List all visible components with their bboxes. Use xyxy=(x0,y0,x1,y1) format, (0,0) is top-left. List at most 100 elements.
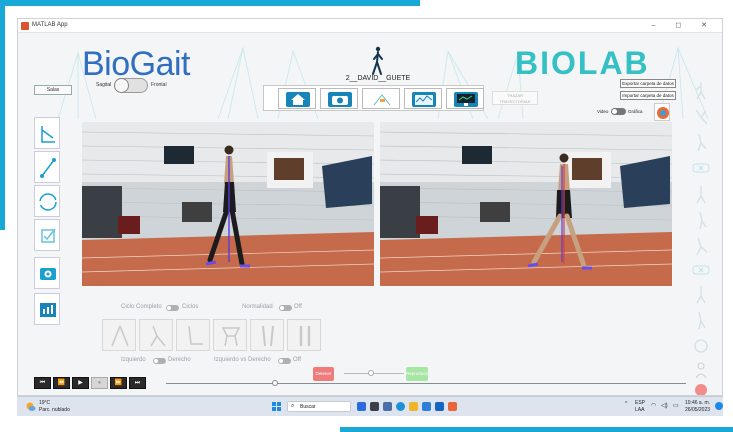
sidebar-segment-button[interactable] xyxy=(34,151,60,183)
sidebar-cycle-button[interactable] xyxy=(34,185,60,217)
view-plane-toggle-knob[interactable] xyxy=(114,78,129,93)
sidebar-report-button[interactable] xyxy=(34,293,60,325)
knee-angle-icon xyxy=(150,325,166,347)
home-button[interactable] xyxy=(278,88,316,109)
store-icon[interactable] xyxy=(422,402,431,411)
sidebar-webcam-button[interactable] xyxy=(34,257,60,289)
video-panel-left[interactable] xyxy=(82,122,374,286)
right-circle-icon[interactable] xyxy=(690,335,712,357)
normalidad-toggle[interactable] xyxy=(279,305,292,311)
right-figure-icon-3[interactable] xyxy=(690,131,712,153)
skip-end-button[interactable]: ⏭ xyxy=(129,377,146,389)
video-grafica-toggle-knob[interactable] xyxy=(612,109,617,114)
legs-straight-icon xyxy=(299,326,311,346)
speed-slider-track[interactable] xyxy=(344,373,404,374)
graph-button[interactable] xyxy=(404,88,442,109)
frontal-label: Frontal xyxy=(151,82,167,88)
taskbar-search-input[interactable]: ⌕ Buscar xyxy=(287,401,351,412)
sidebar-checkbox-button[interactable] xyxy=(34,219,60,251)
matlab-taskbar-icon[interactable] xyxy=(448,402,457,411)
webcam-icon xyxy=(40,268,56,280)
importar-carpeta-button[interactable]: Importar carpeta de datos xyxy=(620,91,676,100)
right-figure-icon-8[interactable] xyxy=(690,309,712,331)
weather-icon[interactable] xyxy=(25,401,36,412)
fast-forward-button[interactable]: ⏩ xyxy=(110,377,127,389)
camera-icon xyxy=(328,92,352,107)
system-tray-chevron-icon[interactable]: ^ xyxy=(625,401,627,407)
skip-start-button[interactable]: ⏮ xyxy=(34,377,51,389)
video-frame-left xyxy=(82,122,374,286)
right-figure-icon-5[interactable] xyxy=(690,209,712,231)
edge-browser-icon[interactable] xyxy=(396,402,405,411)
normalidad-label: Normalidad xyxy=(242,304,273,310)
izquierdo-label: Izquierdo xyxy=(121,357,146,363)
angle-icon xyxy=(41,126,55,143)
decorative-bottom-bar xyxy=(340,427,733,432)
detener-button[interactable]: Detener xyxy=(313,367,334,381)
clock-date[interactable]: 26/05/2023 xyxy=(685,407,710,413)
ankle-angle-icon xyxy=(188,325,203,345)
izq-vs-der-off-label: Off xyxy=(293,357,301,363)
segment-icon xyxy=(40,158,56,178)
joint-graph-button-5 xyxy=(250,319,284,351)
cycle-icon xyxy=(39,193,57,211)
record-icon[interactable] xyxy=(690,379,712,396)
camera-button[interactable] xyxy=(320,88,358,109)
joint-graph-button-3 xyxy=(176,319,210,351)
wifi-icon[interactable]: ◠ xyxy=(651,402,656,409)
play-button[interactable]: ▶ xyxy=(72,377,89,389)
body-model-icon[interactable] xyxy=(654,103,670,121)
right-person-icon[interactable] xyxy=(690,359,712,381)
pelvis-icon xyxy=(221,327,241,347)
speed-slider-knob[interactable] xyxy=(368,370,374,376)
language-indicator[interactable]: ESP xyxy=(635,400,645,406)
pause-button[interactable]: ⏸ xyxy=(91,377,108,389)
biolab-logo: BIOLAB xyxy=(515,45,650,81)
windows-start-icon[interactable] xyxy=(272,402,281,411)
ciclo-completo-toggle[interactable] xyxy=(166,305,179,311)
joint-graph-button-1 xyxy=(102,319,136,351)
sidebar-angle-button[interactable] xyxy=(34,117,60,149)
titlebar: MATLAB App – ◻ ✕ xyxy=(18,19,722,33)
app-window: MATLAB App – ◻ ✕ BioGait BIOLAB Salas Sa… xyxy=(17,18,723,396)
salas-button[interactable]: Salas xyxy=(34,85,72,95)
skeleton-view-button[interactable] xyxy=(362,88,400,109)
battery-icon[interactable]: ▭ xyxy=(673,402,679,409)
clock-time[interactable]: 10:46 a. m. xyxy=(685,400,710,406)
report-icon xyxy=(40,303,56,317)
right-delete-icon-2[interactable] xyxy=(690,259,712,281)
trazar-trayectorias-button[interactable]: TRAZAR TRAYECTORIAS xyxy=(492,91,538,105)
right-delete-icon-1[interactable] xyxy=(690,157,712,179)
right-figure-icon-1[interactable] xyxy=(690,79,712,101)
grafica-label: Gráfica xyxy=(628,109,643,114)
timeline-knob[interactable] xyxy=(272,380,279,386)
izquierdo-derecho-toggle[interactable] xyxy=(153,358,166,364)
home-icon xyxy=(286,92,310,107)
video-panel-right[interactable] xyxy=(380,122,672,286)
timeline-track[interactable] xyxy=(166,383,686,384)
izq-vs-der-toggle[interactable] xyxy=(278,358,291,364)
weather-desc: Parc. nublado xyxy=(39,407,70,413)
mail-icon[interactable] xyxy=(435,402,444,411)
reproducir-button[interactable]: Reproducir xyxy=(406,367,428,381)
right-figure-icon-2[interactable] xyxy=(690,105,712,127)
right-figure-icon-4[interactable] xyxy=(690,183,712,205)
window-controls[interactable]: – ◻ ✕ xyxy=(652,21,716,29)
right-figure-icon-7[interactable] xyxy=(690,283,712,305)
rewind-button[interactable]: ⏪ xyxy=(53,377,70,389)
taskbar-app-icon-3[interactable] xyxy=(383,402,392,411)
right-figure-icon-6[interactable] xyxy=(690,235,712,257)
taskbar-app-icon-1[interactable] xyxy=(357,402,366,411)
exportar-carpeta-button[interactable]: Exportar carpeta de datos xyxy=(620,79,676,88)
volume-icon[interactable]: ◁) xyxy=(661,402,668,409)
legs-frontal-icon xyxy=(262,325,274,347)
decorative-top-bar xyxy=(0,0,420,6)
monitor-icon xyxy=(454,92,478,107)
search-placeholder: Buscar xyxy=(300,404,316,410)
normalidad-off-label: Off xyxy=(294,304,302,310)
file-explorer-icon[interactable] xyxy=(409,402,418,411)
joint-graph-button-4 xyxy=(213,319,247,351)
taskbar-app-icon-2[interactable] xyxy=(370,402,379,411)
monitor-button[interactable] xyxy=(446,88,484,109)
notification-icon[interactable] xyxy=(715,402,723,410)
